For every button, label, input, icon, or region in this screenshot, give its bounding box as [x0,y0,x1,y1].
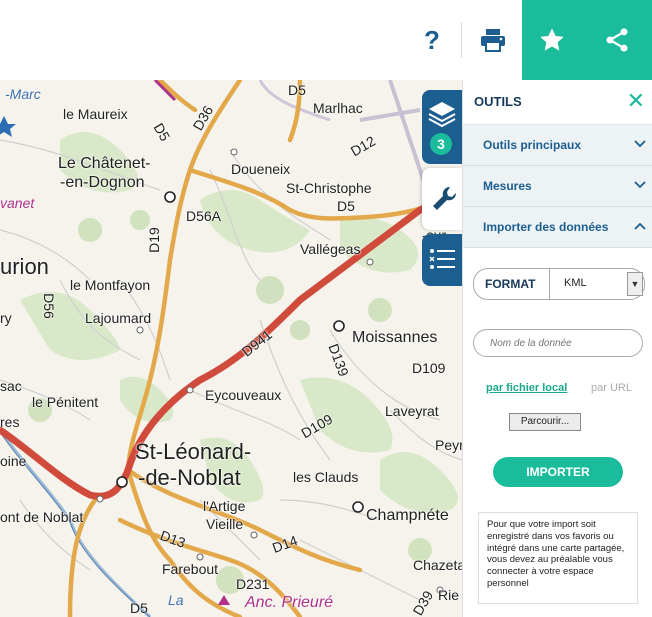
wrench-icon [433,186,457,210]
close-icon[interactable]: ✕ [627,90,645,112]
map-road-label: D5 [337,198,355,214]
source-url-link[interactable]: par URL [591,382,632,394]
map-road-label: D19 [145,227,162,253]
map-place-label: Chazeta [413,557,462,573]
map-place-label: Lajoumard [85,310,152,326]
map-place-label: res [0,414,20,430]
top-toolbar: ? [0,0,652,80]
section-label: Outils principaux [483,138,582,152]
map-place-label: -Marc [5,86,41,102]
map-place-label: Rie [438,587,460,603]
help-button[interactable]: ? [412,0,452,80]
section-label: Mesures [483,179,532,193]
toolbar-divider [461,22,462,58]
tab-layers[interactable]: 3 [422,90,462,164]
map-place-label: Vieille [206,516,244,532]
map-place-label: St-Léonard- [135,439,252,464]
printer-icon [481,29,505,52]
print-button[interactable] [470,0,516,80]
share-icon [606,28,628,52]
chevron-down-icon: ▼ [627,272,643,296]
legend-list-icon [429,249,455,269]
section-outils-principaux[interactable]: Outils principaux [463,125,652,166]
map-place-label: l'Artige [203,498,246,514]
format-selector: FORMAT KML ▼ [473,268,645,300]
chevron-down-icon [634,181,646,189]
map-place-label: ry [0,310,12,326]
map-view[interactable]: -Marc le Maureix Marlhac Le Châtenet- -e… [0,80,462,617]
section-mesures[interactable]: Mesures [463,166,652,207]
map-place-label: Vallégeas [300,241,361,257]
section-importer-des-donnees[interactable]: Importer des données [463,207,652,248]
map-place-label: vanet [0,195,35,211]
chevron-up-icon [634,222,646,230]
tab-legend[interactable] [422,234,462,286]
map-place-label: Moissannes [352,329,438,346]
map-place-label: le Montfayon [70,277,151,293]
map-place-label: oine [0,453,27,469]
help-icon: ? [424,24,440,55]
section-label: Importer des données [483,220,609,234]
map-place-label: La [168,592,184,608]
tab-tools[interactable] [422,168,462,230]
format-label: FORMAT [485,277,536,291]
panel-title: OUTILS [474,94,522,109]
format-value: KML [564,277,587,289]
map-road-label: D231 [236,576,270,592]
browse-button[interactable]: Parcourir... [509,413,581,431]
map-place-label: Doueneix [231,161,291,177]
map-place-label: le Maureix [63,106,128,122]
map-place-label: -en-Dognon [60,174,145,191]
source-local-file-link[interactable]: par fichier local [486,382,567,394]
chevron-down-icon [634,140,646,148]
layers-count-badge: 3 [430,133,452,155]
map-place-label: Farebout [162,561,219,577]
map-place-label: St-Christophe [286,180,372,196]
import-button[interactable]: IMPORTER [493,457,623,487]
map-place-label: Peyr [435,437,462,453]
map-road-label: D56A [186,208,222,224]
map-road-label: D5 [130,600,148,616]
map-place-label: Anc. Prieuré [245,594,334,611]
map-place-label: le Pénitent [32,394,99,410]
login-notice: Pour que votre import soit enregistré da… [478,512,638,604]
map-place-label: Le Châtenet- [58,155,151,172]
map-place-label: sac [0,378,22,394]
panel-header: OUTILS ✕ [463,80,652,125]
map-place-label: Marlhac [313,100,363,116]
data-name-input[interactable] [473,329,643,357]
map-road-label: D56 [40,293,57,319]
map-place-label: -de-Noblat [138,465,241,490]
star-icon [540,28,564,51]
favorite-button[interactable] [522,0,582,80]
map-place-label: ont de Noblat [0,509,84,525]
map-road-label: D5 [288,82,306,98]
map-place-label: les Clauds [293,469,359,485]
map-place-label: Laveyrat [385,403,439,419]
share-button[interactable] [582,0,652,80]
map-place-label: Eycouveaux [205,387,282,403]
layers-icon [428,102,456,128]
format-select[interactable]: KML ▼ [549,269,645,299]
tools-panel: OUTILS ✕ Outils principaux Mesures Impor… [462,80,652,617]
map-road-label: D109 [412,360,446,376]
map-place-label: Champnéte [366,507,449,524]
map-place-label: urion [0,254,49,279]
